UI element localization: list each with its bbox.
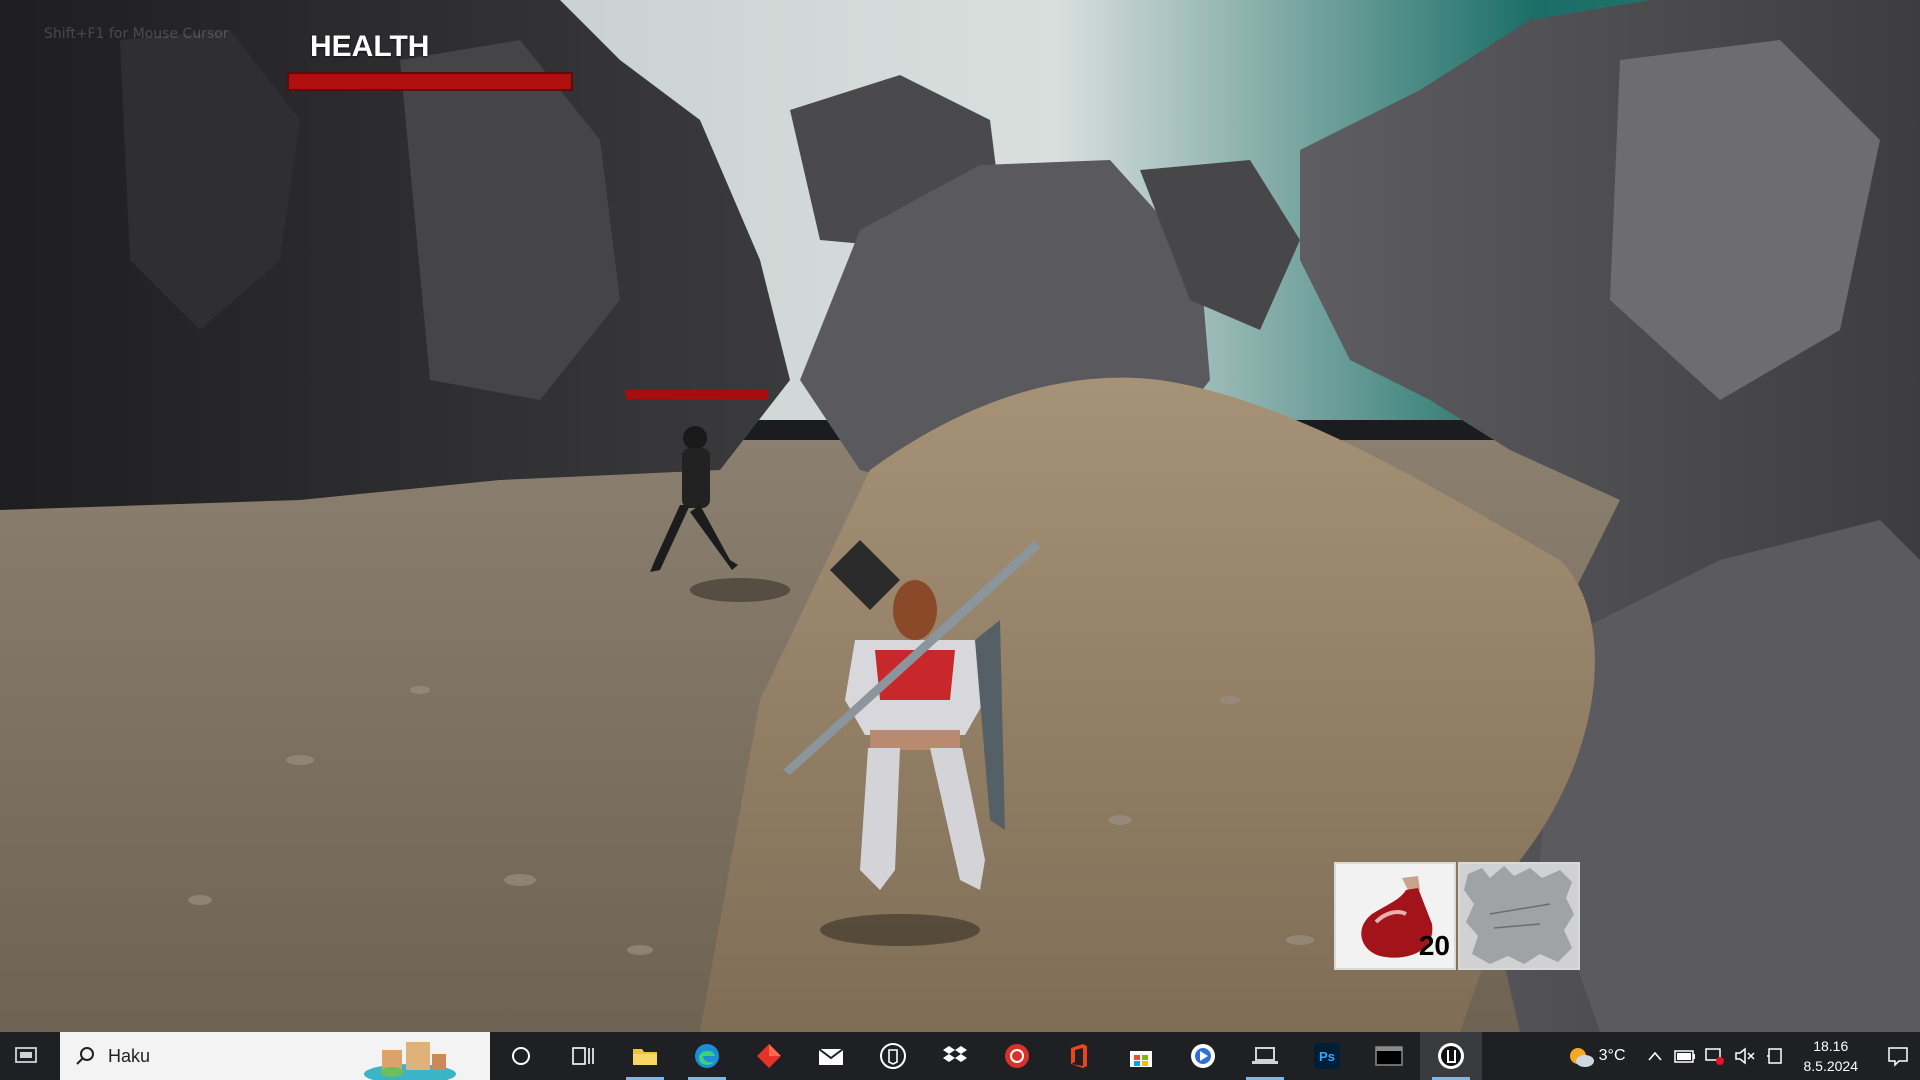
file-explorer-button[interactable] [614,1032,676,1080]
player-health-bar [287,72,573,91]
device-icon [1765,1046,1785,1066]
cortana-button[interactable] [490,1032,552,1080]
office-icon [1067,1042,1091,1070]
search-box[interactable]: Haku [60,1032,490,1080]
health-label: HEALTH [310,30,429,64]
windows-icon [14,1045,40,1067]
search-placeholder: Haku [108,1046,150,1067]
search-icon [74,1045,96,1067]
affinity-button[interactable] [738,1032,800,1080]
photoshop-button[interactable]: Ps [1296,1032,1358,1080]
search-highlight-icon [362,1036,458,1080]
mouse-cursor-hint: Shift+F1 for Mouse Cursor [44,26,229,42]
edge-button[interactable] [676,1032,738,1080]
mail-button[interactable] [800,1032,862,1080]
store-button[interactable] [1110,1032,1172,1080]
edge-icon [693,1042,721,1070]
show-hidden-icons-button[interactable] [1640,1032,1670,1080]
notification-icon [1887,1045,1909,1067]
device-button[interactable] [1760,1032,1790,1080]
task-view-icon [571,1045,595,1067]
store-icon [1127,1043,1155,1069]
clock-time: 18.16 [1813,1036,1848,1056]
laptop-icon [1250,1044,1280,1068]
inventory-slot-potion[interactable]: 20 [1334,862,1456,970]
clock[interactable]: 18.16 8.5.2024 [1804,1036,1859,1076]
network-disconnected-icon [1704,1046,1726,1066]
dropbox-icon [941,1044,969,1068]
affinity-icon [755,1042,783,1070]
dropbox-button[interactable] [924,1032,986,1080]
file-explorer-icon [631,1044,659,1068]
photoshop-label: Ps [1319,1049,1335,1064]
unreal-engine-button[interactable] [1420,1032,1482,1080]
battery-button[interactable] [1670,1032,1700,1080]
weather-temperature: 3°C [1599,1047,1626,1065]
enemy-health-fill [626,390,768,399]
office-button[interactable] [1048,1032,1110,1080]
recorder-icon [1003,1042,1031,1070]
windows-taskbar: Haku [0,1032,1920,1080]
unreal-engine-icon [1436,1041,1466,1071]
chevron-up-icon [1647,1050,1663,1062]
game-scene [0,0,1920,1032]
start-button[interactable] [0,1032,54,1080]
mail-icon [817,1045,845,1067]
app-icon [1189,1042,1217,1070]
notifications-button[interactable] [1876,1032,1920,1080]
enemy-health-bar [626,390,768,399]
battery-icon [1674,1048,1696,1064]
weather-button[interactable] [1563,1032,1599,1080]
system-tray: 3°C 18.16 8.5.2024 [1563,1032,1920,1080]
terminal-button[interactable] [1358,1032,1420,1080]
volume-muted-icon [1734,1047,1756,1065]
recorder-button[interactable] [986,1032,1048,1080]
clock-date: 8.5.2024 [1804,1056,1859,1076]
laptop-button[interactable] [1234,1032,1296,1080]
potion-count: 20 [1419,930,1450,962]
app-button[interactable] [1172,1032,1234,1080]
game-viewport[interactable]: Shift+F1 for Mouse Cursor HEALTH 20 [0,0,1920,1032]
epic-games-icon [879,1042,907,1070]
network-button[interactable] [1700,1032,1730,1080]
photoshop-icon: Ps [1313,1042,1341,1070]
inventory-bar: 20 [1334,862,1580,970]
cortana-icon [510,1045,532,1067]
task-view-button[interactable] [552,1032,614,1080]
weather-sun-cloud-icon [1567,1044,1595,1068]
volume-button[interactable] [1730,1032,1760,1080]
epic-games-button[interactable] [862,1032,924,1080]
inventory-slot-scroll[interactable] [1458,862,1580,970]
torn-scroll-icon [1460,864,1578,968]
terminal-icon [1374,1044,1404,1068]
player-health-fill [289,74,571,89]
